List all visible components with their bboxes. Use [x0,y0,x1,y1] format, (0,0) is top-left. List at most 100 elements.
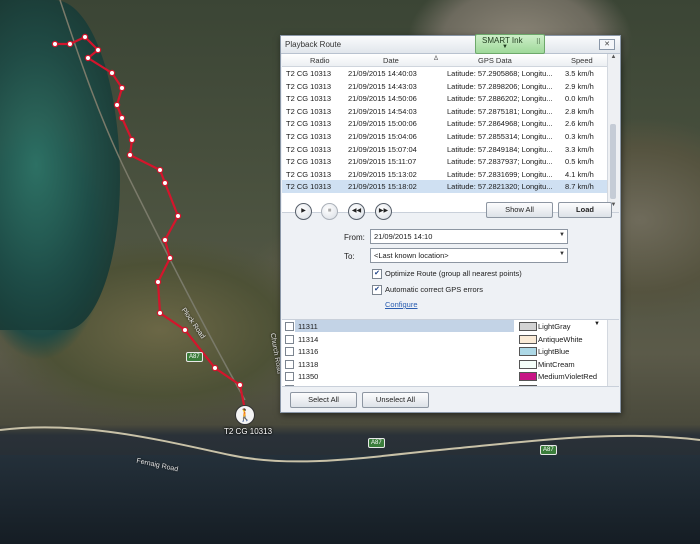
vehicle-list: 11311 LightGray ▼ 11314 AntiqueWhite 11316 Lig… [282,319,619,387]
color-swatch [519,372,537,381]
vehicle-id-cell[interactable]: 11314 [295,333,514,345]
route-point[interactable] [156,166,164,174]
window-titlebar[interactable]: Playback Route ✕ [281,36,620,54]
configure-link[interactable]: Configure [385,300,418,309]
vehicle-checkbox[interactable] [285,347,294,356]
chevron-down-icon[interactable]: ▼ [594,321,600,327]
from-date-picker[interactable]: 21/09/2015 14:10 ▼ [370,229,568,244]
vehicle-id-cell[interactable]: 11350 [295,370,514,382]
stop-button[interactable]: ■ [321,203,338,220]
table-body: T2 CG 10313 21/09/2015 14:40:03 Latitude: … [282,67,607,193]
cell-speed: 2.8 km/h [565,106,594,116]
table-row[interactable]: T2 CG 10313 21/09/2015 15:00:06 Latitude: … [282,117,607,130]
play-icon: ▶ [301,208,306,214]
vehicle-row[interactable]: 11352 DarkViolet [282,383,619,387]
route-point[interactable] [118,84,126,92]
vehicle-id-cell[interactable]: 11316 [295,345,514,357]
vehicle-row[interactable]: 11318 MintCream [282,358,619,371]
route-point[interactable] [126,151,134,159]
close-button[interactable]: ✕ [599,39,615,50]
vehicle-checkbox[interactable] [285,384,294,386]
smart-ink-toolbar[interactable]: SMART Ink ▼ ⠿ [475,34,545,54]
color-swatch [519,359,537,369]
table-row[interactable]: T2 CG 10313 21/09/2015 15:18:02 Latitude: … [282,180,607,193]
column-header-speed[interactable]: Speed [571,56,593,65]
previous-button[interactable]: ◀◀ [348,203,365,220]
column-header-date[interactable]: Date [383,56,399,65]
scrollbar-thumb[interactable] [610,124,616,199]
cell-gps: Latitude: 57.2821320; Longitu... [447,182,553,192]
vehicle-row[interactable]: 11350 MediumVioletRed [282,370,619,383]
chevron-down-icon[interactable]: ▼ [559,251,565,257]
vehicle-checkbox[interactable] [285,322,294,331]
vehicle-checkbox[interactable] [285,372,294,381]
play-button[interactable]: ▶ [295,203,312,220]
table-row[interactable]: T2 CG 10313 21/09/2015 15:04:06 Latitude: … [282,130,607,143]
vehicle-id-cell[interactable]: 11352 [295,383,514,387]
route-point[interactable] [51,40,59,48]
column-header-radio[interactable]: Radio [310,56,330,65]
show-all-button[interactable]: Show All [486,202,553,218]
route-point[interactable] [81,33,89,41]
table-row[interactable]: T2 CG 10313 21/09/2015 15:07:04 Latitude: … [282,143,607,156]
route-point[interactable] [236,381,244,389]
to-label: To: [344,252,355,261]
table-scrollbar[interactable]: ▲ ▼ [607,54,619,212]
cell-gps: Latitude: 57.2875181; Longitu... [447,106,553,116]
vehicle-marker-label: T2 CG 10313 [224,427,273,436]
route-point[interactable] [154,278,162,286]
vehicle-id-cell[interactable]: 11311 [295,320,514,332]
cell-date: 21/09/2015 14:54:03 [348,106,417,116]
table-row[interactable]: T2 CG 10313 21/09/2015 15:13:02 Latitude: … [282,168,607,181]
scroll-up-icon[interactable]: ▲ [608,54,619,64]
route-point[interactable] [108,69,116,77]
route-point[interactable] [156,309,164,317]
table-row[interactable]: T2 CG 10313 21/09/2015 14:43:03 Latitude: … [282,80,607,93]
route-point[interactable] [161,236,169,244]
unselect-all-button[interactable]: Unselect All [362,392,429,408]
chevron-down-icon[interactable]: ▼ [559,232,565,238]
table-row[interactable]: T2 CG 10313 21/09/2015 15:11:07 Latitude: … [282,155,607,168]
cell-radio: T2 CG 10313 [286,94,332,104]
cell-date: 21/09/2015 15:18:02 [348,182,417,192]
vehicle-id-cell[interactable]: 11318 [295,358,514,370]
select-all-button[interactable]: Select All [290,392,357,408]
next-button[interactable]: ▶▶ [375,203,392,220]
column-header-gps[interactable]: GPS Data [478,56,512,65]
cell-date: 21/09/2015 15:13:02 [348,169,417,179]
table-row[interactable]: T2 CG 10313 21/09/2015 14:40:03 Latitude: … [282,67,607,80]
checkmark-icon: ✔ [374,270,380,277]
vehicle-id: 11350 [298,372,319,381]
vehicle-checkbox[interactable] [285,359,294,369]
auto-correct-gps-checkbox[interactable]: ✔ [372,285,382,295]
cell-speed: 2.6 km/h [565,119,594,129]
route-point[interactable] [94,46,102,54]
vehicle-row[interactable]: 11316 LightBlue [282,345,619,358]
color-name: LightGray [538,322,571,331]
table-row[interactable]: T2 CG 10313 21/09/2015 14:54:03 Latitude: … [282,105,607,118]
to-date-value: <Last known location> [374,251,449,260]
route-point[interactable] [181,326,189,334]
route-point[interactable] [84,54,92,62]
cell-date: 21/09/2015 14:50:06 [348,94,417,104]
route-point[interactable] [128,136,136,144]
route-point[interactable] [174,212,182,220]
vehicle-row[interactable]: 11311 LightGray ▼ [282,320,619,333]
vehicle-row[interactable]: 11314 AntiqueWhite [282,333,619,346]
to-date-select[interactable]: <Last known location> ▼ [370,248,568,263]
route-point[interactable] [166,254,174,262]
route-point[interactable] [211,364,219,372]
vehicle-id: 11352 [298,385,318,387]
load-button[interactable]: Load [558,202,612,218]
route-point[interactable] [66,40,74,48]
vehicle-marker-icon[interactable]: 🚶 [235,405,255,425]
color-name: AntiqueWhite [538,334,583,344]
route-point[interactable] [161,179,169,187]
optimize-route-checkbox[interactable]: ✔ [372,269,382,279]
route-point[interactable] [118,114,126,122]
route-point[interactable] [113,101,121,109]
vehicle-checkbox[interactable] [285,334,294,344]
color-swatch [519,334,537,344]
table-row[interactable]: T2 CG 10313 21/09/2015 14:50:06 Latitude: … [282,92,607,105]
color-swatch [519,347,537,356]
